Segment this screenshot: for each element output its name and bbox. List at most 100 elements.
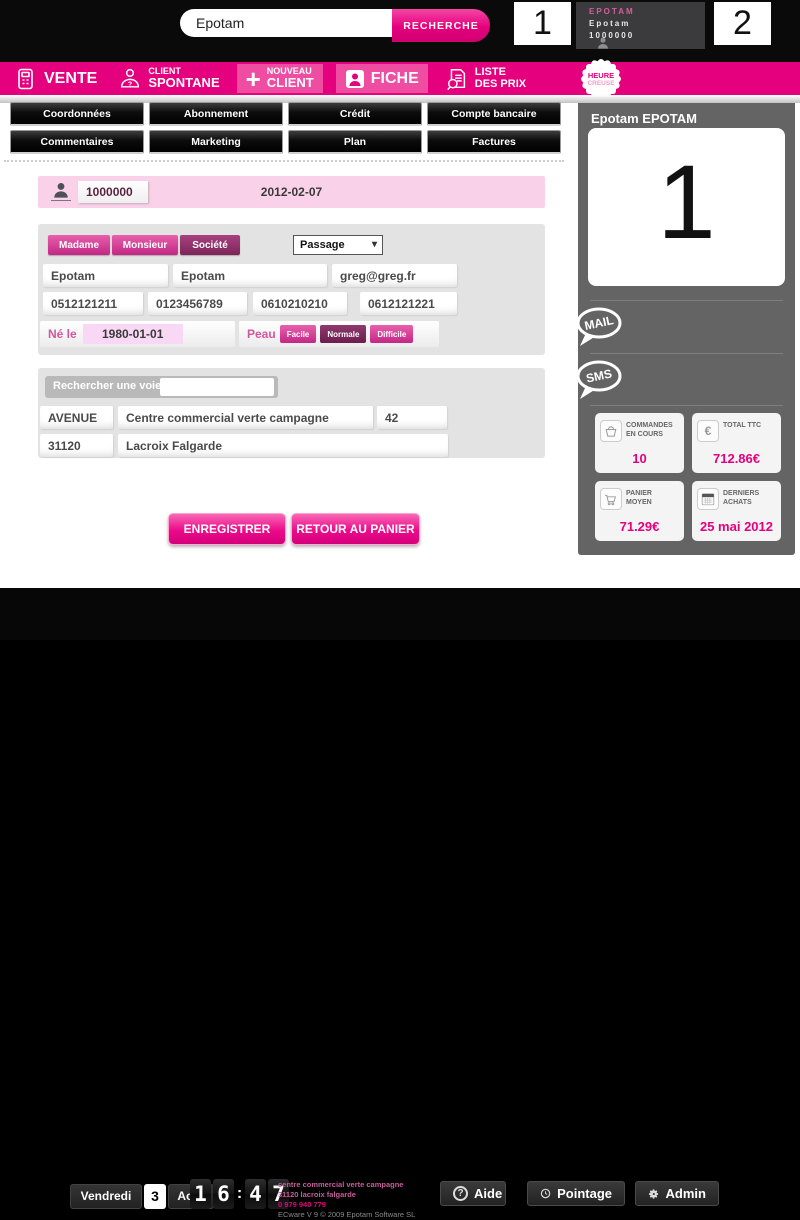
footer-clock: 1 6 : 4 7 [190,1179,289,1209]
city-field[interactable] [118,434,448,457]
nav-nouveau-client-line2: CLIENT [267,76,314,90]
search-input[interactable] [180,9,392,37]
payment-terminal-icon [14,67,38,91]
clock-icon [540,1186,551,1201]
client-summary-sidebar: Epotam EPOTAM 1 MAIL SMS [578,103,795,555]
phone4-field[interactable] [360,292,457,315]
svg-text:SMS: SMS [585,366,613,385]
nav-liste-line1: LISTE [475,67,526,79]
client-photo-box[interactable]: 1 [588,128,785,286]
divider [590,353,783,354]
stat-derniers-achats: DERNIERS ACHATS 25 mai 2012 [692,481,781,541]
tab-marketing[interactable]: Marketing [149,130,283,154]
heure-creuse-badge[interactable]: HEURE CREUSE [584,62,618,96]
skin-difficile-button[interactable]: Difficile [370,325,413,343]
question-icon: ? [453,1186,468,1201]
copyright: ECware V 9 © 2009 Epotam Software SL [278,1210,415,1220]
help-label: Aide [474,1186,502,1201]
sms-icon[interactable]: SMS [574,357,624,403]
lastname-field[interactable] [43,264,168,287]
client-type-select[interactable]: Passage ▾ [293,235,383,255]
civility-societe-button[interactable]: Société [180,235,240,255]
email-field[interactable] [332,264,457,287]
tab-commentaires[interactable]: Commentaires [10,130,144,154]
client-tabs: Coordonnées Abonnement Crédit Compte ban… [10,102,561,154]
zip-field[interactable] [40,434,113,457]
birthdate-field[interactable] [83,324,183,344]
save-button[interactable]: ENREGISTRER [168,513,286,545]
divider [590,405,783,406]
stat-label: COMMANDES EN COURS [626,420,679,440]
cart-icon [600,488,622,510]
nav-nouveau-client[interactable]: + NOUVEAU CLIENT [237,64,323,93]
store-phone: 0 979 940 779 [278,1200,415,1210]
stat-value: 25 mai 2012 [692,519,781,534]
phone2-field[interactable] [148,292,247,315]
svg-text:MAIL: MAIL [583,313,615,333]
civility-madame-button[interactable]: Madame [48,235,110,255]
client-creation-date: 2012-02-07 [38,176,545,208]
stat-value: 71.29€ [595,519,684,534]
street-search-input[interactable] [160,378,274,396]
way-name-field[interactable] [118,406,373,429]
skin-normale-button[interactable]: Normale [320,325,366,343]
badge-line1: HEURE [588,71,614,80]
mail-icon[interactable]: MAIL [574,304,624,350]
civility-monsieur-button[interactable]: Monsieur [112,235,178,255]
birthdate-label: Né le [48,327,77,341]
tab-coordonnees[interactable]: Coordonnées [10,102,144,126]
street-search-group: Rechercher une voie [45,376,278,398]
client-name: Epotam [589,19,705,28]
nav-vente[interactable]: VENTE [10,64,101,93]
stat-commandes-en-cours: COMMANDES EN COURS 10 [595,413,684,473]
street-number-field[interactable] [377,406,447,429]
tab-credit[interactable]: Crédit [288,102,422,126]
client-slot-2[interactable]: 2 [714,2,771,45]
skin-facile-button[interactable]: Facile [280,325,317,343]
gear-icon [648,1186,660,1202]
search-button[interactable]: RECHERCHE [392,9,490,42]
admin-button[interactable]: Admin [635,1181,719,1206]
clock-colon: : [236,1185,243,1203]
identity-form-block: Madame Monsieur Société Passage ▾ Né le … [38,224,545,355]
client-card-icon [345,69,365,89]
footer-bar: Vendredi 3 Aout 1 6 : 4 7 centre commerc… [0,588,800,640]
euro-icon: € [697,420,719,442]
active-client-box[interactable]: EPOTAM Epotam 1000000 [576,2,705,49]
back-to-cart-button[interactable]: RETOUR AU PANIER [291,513,420,545]
birthdate-group: Né le [40,321,235,347]
way-type-field[interactable] [40,406,113,429]
tab-plan[interactable]: Plan [288,130,422,154]
skin-group: Peau Facile Normale Difficile [239,321,439,347]
divider [590,300,783,301]
stat-label: DERNIERS ACHATS [723,488,776,508]
phone3-field[interactable] [253,292,347,315]
nav-fiche[interactable]: FICHE [336,64,428,93]
phone1-field[interactable] [43,292,143,315]
nav-liste-des-prix[interactable]: LISTE DES PRIX [441,64,530,93]
nav-vente-label: VENTE [44,70,97,88]
nav-client-spontane[interactable]: ? CLIENT SPONTANE [114,64,223,93]
tab-factures[interactable]: Factures [427,130,561,154]
app-window: RECHERCHE 1 EPOTAM Epotam 1000000 2 VENT… [0,0,800,640]
stat-value: 712.86€ [692,451,781,466]
client-id-bar: 2012-02-07 [38,176,545,208]
tab-abonnement[interactable]: Abonnement [149,102,283,126]
svg-text:?: ? [128,79,133,88]
price-list-icon [445,67,469,91]
top-bar: RECHERCHE 1 EPOTAM Epotam 1000000 2 [0,0,800,62]
stat-total-ttc: € TOTAL TTC 712.86€ [692,413,781,473]
stat-label: TOTAL TTC [723,420,761,431]
photo-count: 1 [588,128,785,278]
footer-day: Vendredi [70,1184,142,1209]
firstname-field[interactable] [173,264,327,287]
pointage-button[interactable]: Pointage [527,1181,625,1206]
store-address-line1: centre commercial verte campagne [278,1180,415,1190]
pointage-label: Pointage [557,1186,612,1201]
skin-label: Peau [247,327,276,341]
footer-day-number: 3 [144,1184,166,1209]
client-brand: EPOTAM [589,7,705,16]
client-slot-1[interactable]: 1 [514,2,571,45]
tab-compte-bancaire[interactable]: Compte bancaire [427,102,561,126]
help-button[interactable]: ? Aide [440,1181,506,1206]
